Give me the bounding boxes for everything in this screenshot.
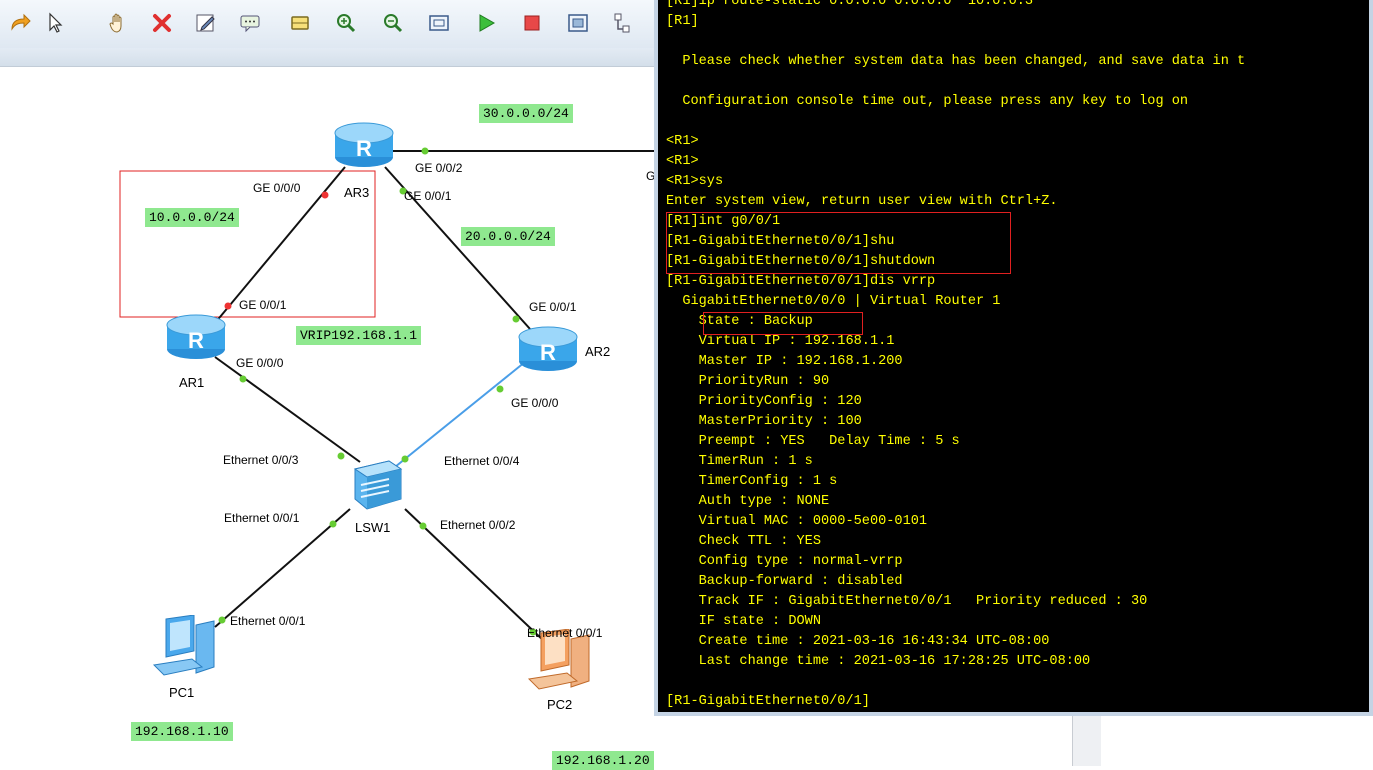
router-ar1-icon[interactable]: R [165,311,227,361]
stop-icon[interactable] [517,8,547,38]
console-line: Backup-forward : disabled [666,574,903,589]
device-label-pc1: PC1 [169,685,195,700]
console-line: IF state : DOWN [666,614,821,629]
console-line: Preempt : YES Delay Time : 5 s [666,434,960,449]
console-line: Config type : normal-vrrp [666,554,903,569]
annotation-rectangle [119,170,376,318]
console-line: [R1] [666,14,699,29]
svg-text:R: R [356,136,372,161]
vertical-scrollbar[interactable] [1072,716,1101,766]
port-dot [496,385,504,393]
device-label-ar3: AR3 [344,185,370,200]
rectangle-icon[interactable] [285,8,315,38]
port-label: GE 0/0/2 [415,161,463,175]
console-line: PriorityRun : 90 [666,374,830,389]
link-ar1-lsw1 [214,356,361,463]
port-label: Ethernet 0/0/2 [440,518,516,532]
start-icon[interactable] [471,8,501,38]
ip-label: 192.168.1.20 [552,751,654,770]
console-line: PriorityConfig : 120 [666,394,862,409]
redo-icon[interactable] [5,8,35,38]
hand-icon[interactable] [103,8,133,38]
console-line: [R1]ip route-static 0.0.0.0 0.0.0.0 10.0… [666,0,1034,9]
console-line: Track IF : GigabitEthernet0/0/1 Priority… [666,594,1148,609]
router-ar2-icon[interactable]: R [517,323,579,373]
console-line: TimerRun : 1 s [666,454,813,469]
device-label-lsw1: LSW1 [355,520,391,535]
port-dot [224,302,232,310]
console-line: <R1> [666,134,699,149]
console-line: [R1-GigabitEthernet0/0/1] [666,694,870,709]
link-lsw1-pc1 [214,508,351,628]
port-dot [421,147,429,155]
console-line: <R1>sys [666,174,724,189]
ip-label: 192.168.1.10 [131,722,233,741]
highlight-shutdown-commands [666,212,1011,274]
chat-icon[interactable] [235,8,265,38]
port-label: Ethernet 0/0/1 [224,511,300,525]
device-label-ar2: AR2 [585,344,611,359]
network-label: 30.0.0.0/24 [479,104,573,123]
console-line: Check TTL : YES [666,534,821,549]
port-dot [329,520,337,528]
console-window[interactable]: [R1]ip route-static 0.0.0.0 0.0.0.0 10.0… [654,0,1373,716]
console-output: [R1]ip route-static 0.0.0.0 0.0.0.0 10.0… [666,0,1245,712]
console-line: Configuration console time out, please p… [666,94,1189,109]
topology-icon[interactable] [608,8,638,38]
console-line: Enter system view, return user view with… [666,194,1058,209]
port-label: Ethernet 0/0/1 [527,626,603,640]
port-label: GE 0/0/1 [239,298,287,312]
console-line: Auth type : NONE [666,494,830,509]
console-line: TimerConfig : 1 s [666,474,838,489]
console-line: Please check whether system data has bee… [666,54,1246,69]
delete-icon[interactable] [147,8,177,38]
console-line: MasterPriority : 100 [666,414,862,429]
zoom-out-icon[interactable] [378,8,408,38]
svg-text:R: R [188,328,204,353]
toolbar [0,0,660,49]
pointer-icon[interactable] [40,8,70,38]
console-line: Virtual MAC : 0000-5e00-0101 [666,514,928,529]
console-line: <R1> [666,154,699,169]
console-line: Virtual IP : 192.168.1.1 [666,334,895,349]
console-line: [R1-GigabitEthernet0/0/1]dis vrrp [666,274,936,289]
device-label-ar1: AR1 [179,375,205,390]
toolbar-strip [0,48,660,67]
port-label: Ethernet 0/0/4 [444,454,520,468]
port-dot [239,375,247,383]
router-ar3-icon[interactable]: R [333,119,395,169]
edit-icon[interactable] [191,8,221,38]
port-dot [419,522,427,530]
switch-lsw1-icon[interactable] [349,459,405,511]
port-label: GE 0/0/0 [236,356,284,370]
port-label: GE 0/0/1 [404,189,452,203]
console-line: GigabitEthernet0/0/0 | Virtual Router 1 [666,294,1001,309]
svg-text:R: R [540,340,556,365]
port-label: GE 0/0/1 [529,300,577,314]
port-dot [321,191,329,199]
network-label: 20.0.0.0/24 [461,227,555,246]
console-line: Last change time : 2021-03-16 17:28:25 U… [666,654,1091,669]
port-label: Ethernet 0/0/3 [223,453,299,467]
port-label: GE 0/0/0 [511,396,559,410]
pc1-icon[interactable] [152,615,220,679]
vrip-label: VRIP192.168.1.1 [296,326,422,345]
network-label: 10.0.0.0/24 [145,208,239,227]
capture-icon[interactable] [563,8,593,38]
console-line: Master IP : 192.168.1.200 [666,354,903,369]
port-dot [337,452,345,460]
fit-icon[interactable] [424,8,454,38]
highlight-state-backup [703,312,863,335]
console-line: Create time : 2021-03-16 16:43:34 UTC-08… [666,634,1050,649]
port-dot [512,315,520,323]
device-label-pc2: PC2 [547,697,573,712]
port-label: GE 0/0/0 [253,181,301,195]
link-ar2-lsw1 [394,361,526,468]
zoom-in-icon[interactable] [331,8,361,38]
port-label: Ethernet 0/0/1 [230,614,306,628]
